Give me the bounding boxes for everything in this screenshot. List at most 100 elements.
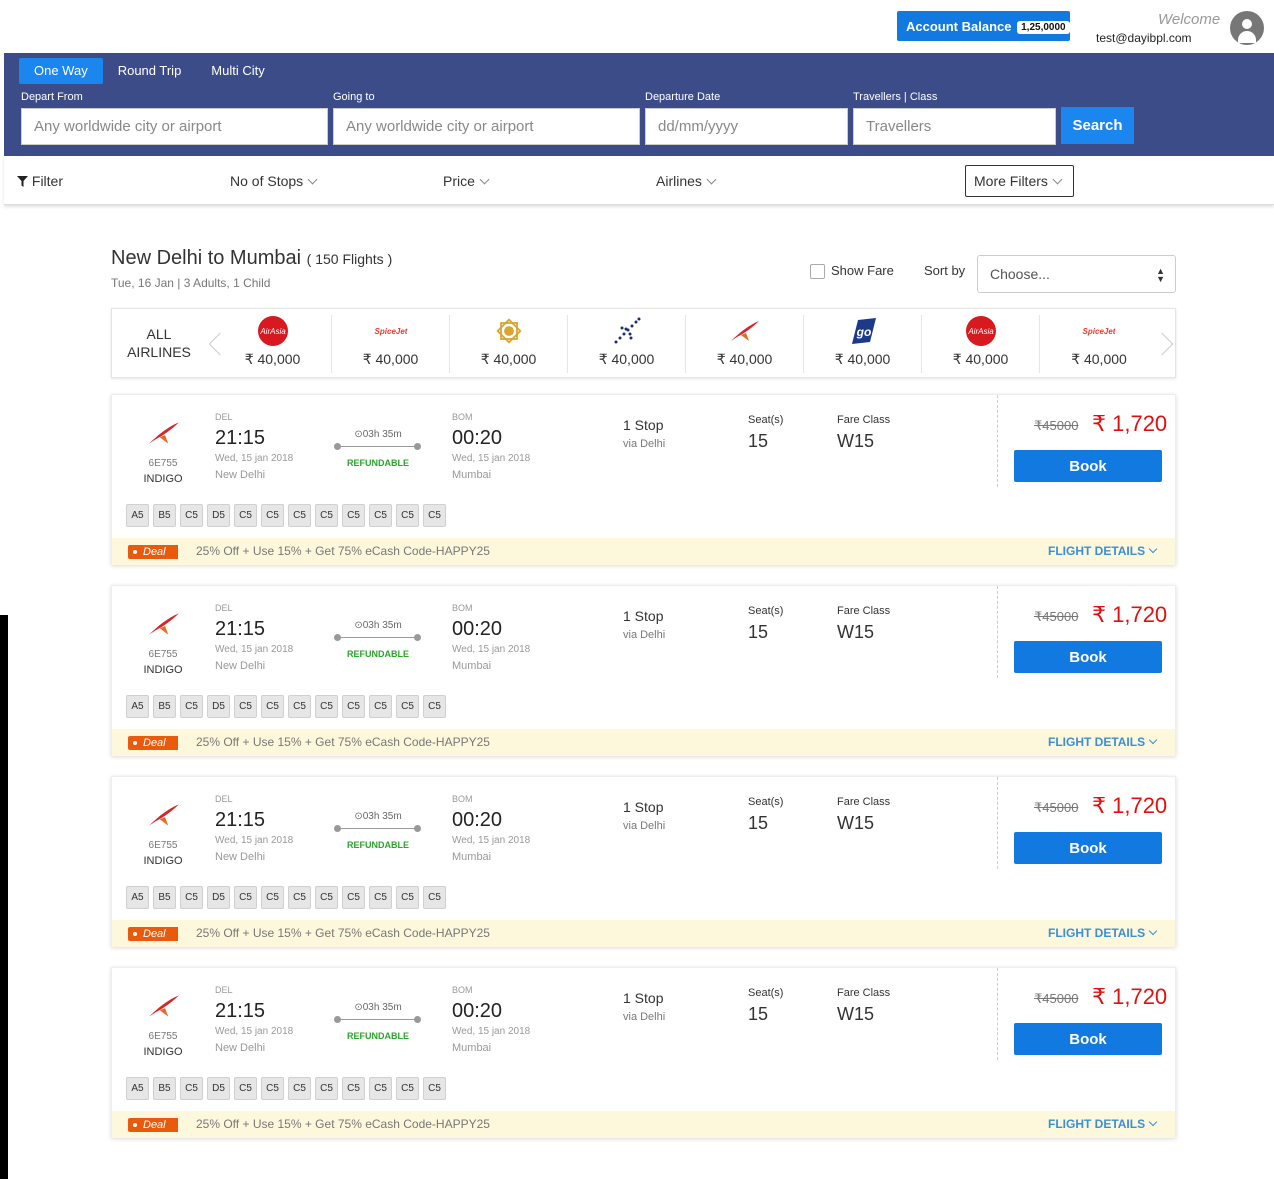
booking-class-chip[interactable]: C5 (261, 504, 284, 527)
booking-class-chip[interactable]: C5 (288, 1077, 311, 1100)
tab-multi-city[interactable]: Multi City (196, 58, 279, 84)
booking-class-chip[interactable]: D5 (207, 1077, 230, 1100)
booking-class-chip[interactable]: D5 (207, 695, 230, 718)
via-city: via Delhi (623, 820, 666, 832)
booking-class-chip[interactable]: B5 (153, 886, 176, 909)
flight-details-link[interactable]: FLIGHT DETAILS (1048, 926, 1158, 940)
flight-details-link[interactable]: FLIGHT DETAILS (1048, 1117, 1158, 1131)
filter-button[interactable]: Filter (17, 173, 63, 189)
booking-class-chip[interactable]: C5 (180, 504, 203, 527)
booking-class-chip[interactable]: B5 (153, 504, 176, 527)
seats-value: 15 (748, 813, 769, 833)
airline-filter-airindia[interactable]: ₹ 40,000 (686, 315, 804, 373)
travellers-label: Travellers | Class (853, 91, 938, 103)
airlines-dropdown[interactable]: Airlines (656, 173, 717, 189)
more-filters-button[interactable]: More Filters (965, 165, 1074, 197)
book-button[interactable]: Book (1014, 832, 1162, 864)
all-airlines-button[interactable]: ALL AIRLINES (124, 325, 194, 361)
booking-class-chip[interactable]: C5 (234, 695, 257, 718)
booking-class-chip[interactable]: C5 (315, 504, 338, 527)
booking-class-chip[interactable]: C5 (369, 1077, 392, 1100)
booking-class-chip[interactable]: C5 (369, 886, 392, 909)
booking-class-chip[interactable]: C5 (180, 886, 203, 909)
tab-round-trip[interactable]: Round Trip (103, 58, 197, 84)
airline-filter-spicejet[interactable]: SpiceJet ₹ 40,000 (1040, 315, 1158, 373)
booking-class-chip[interactable]: C5 (234, 504, 257, 527)
booking-class-chip[interactable]: C5 (369, 695, 392, 718)
booking-class-chip[interactable]: C5 (342, 1077, 365, 1100)
booking-class-chip[interactable]: B5 (153, 1077, 176, 1100)
booking-class-chip[interactable]: C5 (234, 1077, 257, 1100)
booking-class-chip[interactable]: C5 (396, 504, 419, 527)
booking-class-chip[interactable]: D5 (207, 886, 230, 909)
airline-filter-goair[interactable]: go ₹ 40,000 (804, 315, 922, 373)
booking-class-chip[interactable]: D5 (207, 504, 230, 527)
booking-class-chip[interactable]: C5 (423, 1077, 446, 1100)
stops-dropdown[interactable]: No of Stops (230, 173, 318, 189)
booking-class-chip[interactable]: C5 (288, 504, 311, 527)
arrival-date: Wed, 15 jan 2018 (452, 453, 531, 464)
booking-class-chip[interactable]: A5 (126, 504, 149, 527)
sort-select[interactable]: Choose... ▲ ▼ (977, 255, 1176, 293)
flight-details-link[interactable]: FLIGHT DETAILS (1048, 735, 1158, 749)
booking-class-chip[interactable]: C5 (423, 695, 446, 718)
show-fare-toggle[interactable]: Show Fare (810, 263, 894, 280)
flight-details-link[interactable]: FLIGHT DETAILS (1048, 544, 1158, 558)
book-button[interactable]: Book (1014, 450, 1162, 482)
deal-tag-label: Deal (143, 928, 166, 940)
airline-filter-indigo[interactable]: ₹ 40,000 (568, 315, 686, 373)
booking-class-chip[interactable]: C5 (396, 886, 419, 909)
book-button[interactable]: Book (1014, 1023, 1162, 1055)
booking-class-chip[interactable]: C5 (423, 886, 446, 909)
booking-class-chip[interactable]: A5 (126, 886, 149, 909)
refundable-badge: REFUNDABLE (347, 840, 409, 850)
booking-class-chip[interactable]: C5 (342, 886, 365, 909)
tab-one-way[interactable]: One Way (19, 58, 103, 84)
duration: ⊙03h 35m (334, 1002, 422, 1013)
price-dropdown[interactable]: Price (443, 173, 490, 189)
booking-class-chip[interactable]: C5 (315, 695, 338, 718)
depart-from-input[interactable]: Any worldwide city or airport (21, 108, 328, 145)
travellers-input[interactable]: Travellers (853, 108, 1056, 145)
booking-class-chip[interactable]: C5 (342, 695, 365, 718)
booking-class-chip[interactable]: C5 (396, 1077, 419, 1100)
departure-date-input[interactable]: dd/mm/yyyy (645, 108, 848, 145)
booking-class-chip[interactable]: C5 (180, 695, 203, 718)
user-avatar-icon[interactable] (1230, 11, 1264, 45)
booking-class-chip[interactable]: C5 (396, 695, 419, 718)
welcome-text: Welcome (1158, 11, 1221, 28)
deal-bar: Deal 25% Off + Use 15% + Get 75% eCash C… (112, 729, 1175, 756)
booking-class-chip[interactable]: B5 (153, 695, 176, 718)
airindia-logo-icon (147, 611, 181, 642)
airline-filter-airasia[interactable]: AirAsia ₹ 40,000 (922, 315, 1040, 373)
booking-class-chip[interactable]: C5 (315, 886, 338, 909)
airline-filter-spicejet[interactable]: SpiceJet ₹ 40,000 (332, 315, 450, 373)
booking-class-chip[interactable]: C5 (261, 886, 284, 909)
booking-class-chip[interactable]: C5 (315, 1077, 338, 1100)
booking-class-chip[interactable]: C5 (234, 886, 257, 909)
tag-dot-icon (133, 1123, 137, 1127)
booking-class-chip[interactable]: C5 (423, 504, 446, 527)
booking-class-chip[interactable]: C5 (288, 886, 311, 909)
tag-dot-icon (133, 550, 137, 554)
show-fare-checkbox[interactable] (810, 264, 825, 280)
flight-code: 6E755 (148, 458, 178, 469)
book-button[interactable]: Book (1014, 641, 1162, 673)
airline-filter-airasia[interactable]: AirAsia ₹ 40,000 (214, 315, 332, 373)
chevron-down-icon (1148, 1117, 1158, 1127)
account-balance-button[interactable]: Account Balance 1,25,0000 (897, 11, 1070, 41)
booking-class-chip[interactable]: C5 (261, 1077, 284, 1100)
booking-class-chip[interactable]: C5 (180, 1077, 203, 1100)
arrival-code: BOM (452, 985, 473, 995)
booking-class-chip[interactable]: A5 (126, 1077, 149, 1100)
airline-name: INDIGO (143, 473, 183, 485)
booking-class-chip[interactable]: C5 (342, 504, 365, 527)
booking-class-chip[interactable]: C5 (261, 695, 284, 718)
search-button[interactable]: Search (1061, 107, 1134, 144)
booking-class-chip[interactable]: A5 (126, 695, 149, 718)
booking-class-chip[interactable]: C5 (288, 695, 311, 718)
going-to-input[interactable]: Any worldwide city or airport (333, 108, 640, 145)
booking-class-chip[interactable]: C5 (369, 504, 392, 527)
airline-filter-jetairways[interactable]: ₹ 40,000 (450, 315, 568, 373)
filter-label: Filter (31, 173, 64, 189)
